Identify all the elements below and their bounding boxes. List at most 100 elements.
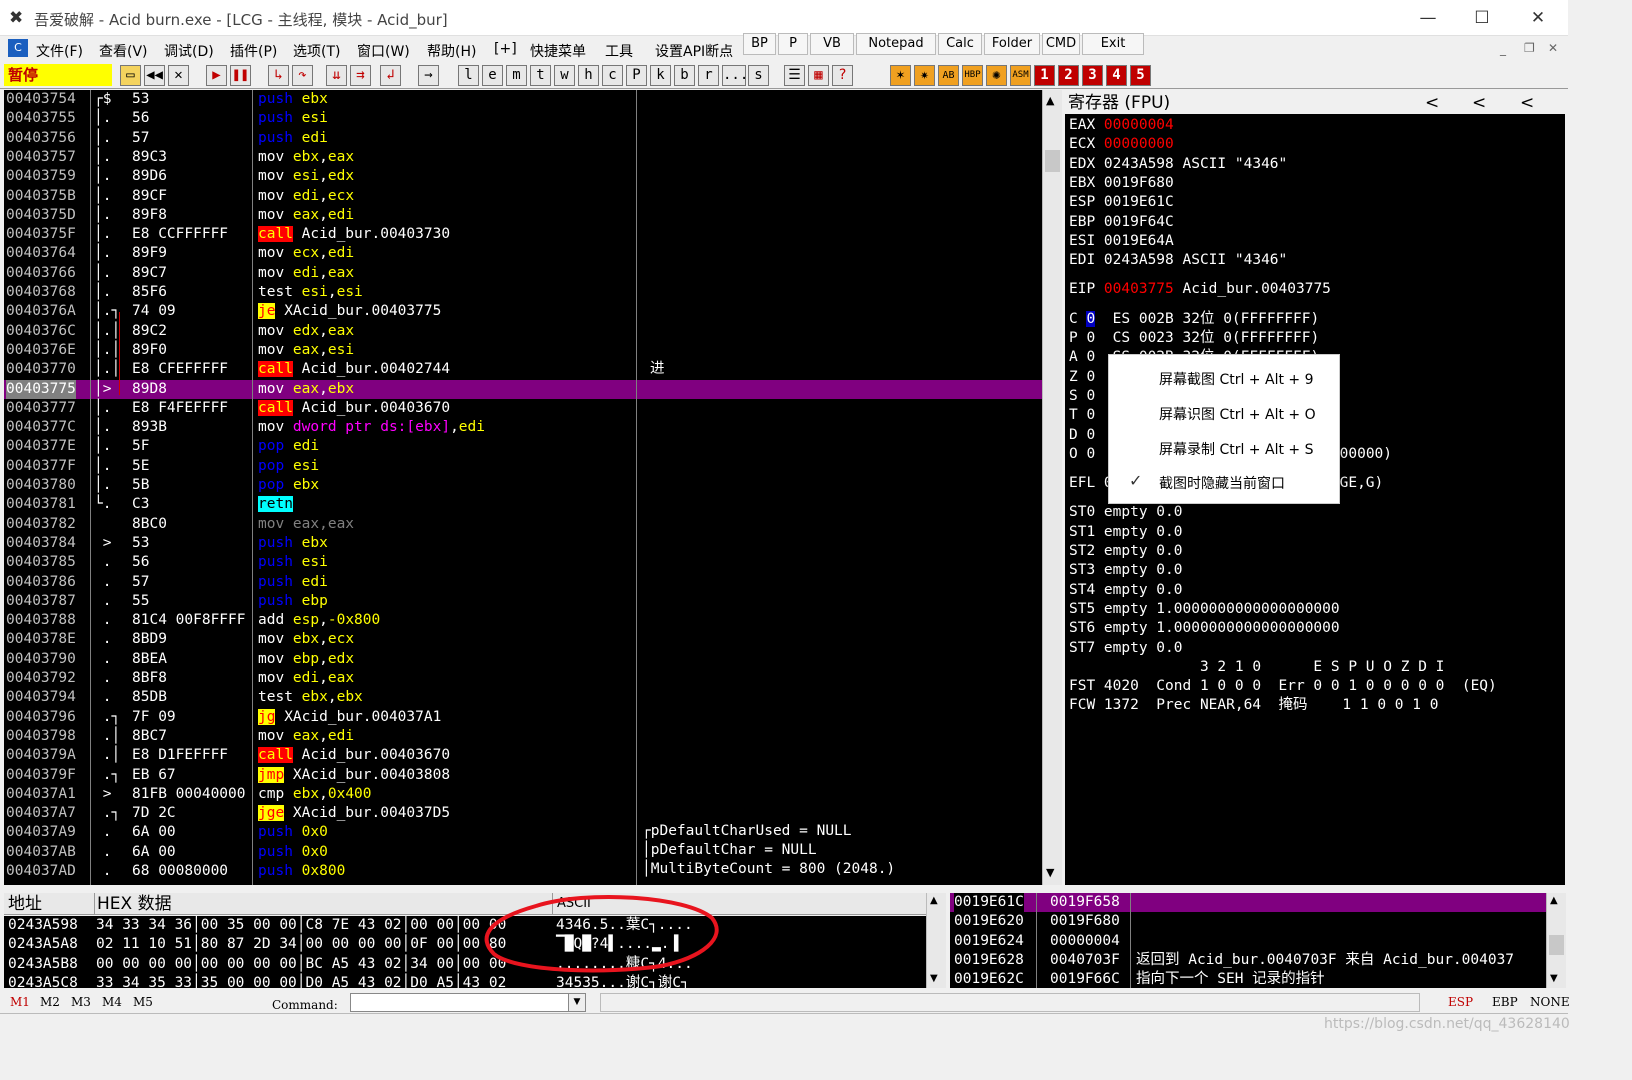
disasm-row[interactable]: 0040377E │. 5F pop edi xyxy=(4,437,1042,456)
minimize-button[interactable]: — xyxy=(1400,0,1456,36)
open-icon[interactable]: ▭ xyxy=(120,65,141,86)
disasm-row[interactable]: 0040379F .┐ EB 67 jmp XAcid_bur.00403808 xyxy=(4,766,1042,785)
window-2-button[interactable]: 2 xyxy=(1058,65,1079,86)
esp-toggle[interactable]: ESP xyxy=(1448,995,1473,1009)
exit-button[interactable]: Exit xyxy=(1082,33,1144,55)
scroll-up-icon[interactable]: ▲ xyxy=(930,895,938,906)
step-into-icon[interactable]: ↳ xyxy=(268,65,289,86)
menu-shortcuts[interactable]: 快捷菜单 xyxy=(530,41,586,61)
disasm-row[interactable]: 0040378E . 8BD9 mov ebx,ecx xyxy=(4,630,1042,649)
disasm-row[interactable]: 00403782 8BC0 mov eax,eax xyxy=(4,515,1042,534)
dump-row[interactable]: 0243A5B8 00 00 00 00│00 00 00 00│BC A5 43… xyxy=(4,955,926,974)
plugin-ab-icon[interactable]: AB xyxy=(938,65,959,86)
disasm-row[interactable]: 00403777 │. E8 F4FEFFFF call Acid_bur.00403… xyxy=(4,399,1042,418)
register-row[interactable]: EBP 0019F64C xyxy=(1069,213,1559,232)
calc-button[interactable]: Calc xyxy=(938,33,982,55)
disasm-row[interactable]: 00403757 │. 89C3 mov ebx,eax xyxy=(4,148,1042,167)
mark-m5[interactable]: M5 xyxy=(133,995,153,1009)
window-3-button[interactable]: 3 xyxy=(1082,65,1103,86)
menu-item-screenshot[interactable]: 屏幕截图 Ctrl + Alt + 9 xyxy=(1159,369,1314,389)
disasm-row[interactable]: 00403756 │. 57 push edi xyxy=(4,129,1042,148)
disasm-row[interactable]: 0040377C │. 893B mov dword ptr ds:[ebx],edi xyxy=(4,418,1042,437)
disasm-row[interactable]: 00403780 │. 5B pop ebx xyxy=(4,476,1042,495)
scroll-down-icon[interactable]: ▼ xyxy=(930,973,938,984)
disasm-row[interactable]: 00403790 . 8BEA mov ebp,edx xyxy=(4,650,1042,669)
disasm-row[interactable]: 00403788 . 81C4 00F8FFFF add esp,-0x800 xyxy=(4,611,1042,630)
disasm-row[interactable]: 00403785 . 56 push esi xyxy=(4,553,1042,572)
register-row[interactable]: ESI 0019E64A xyxy=(1069,232,1559,251)
goto-icon[interactable]: → xyxy=(418,65,439,86)
disasm-row[interactable]: 0040375F │. E8 CCFFFFFF call Acid_bur.00403… xyxy=(4,225,1042,244)
disasm-row[interactable]: 00403759 │. 89D6 mov esi,edx xyxy=(4,167,1042,186)
command-input[interactable] xyxy=(350,993,570,1012)
step-over-icon[interactable]: ↷ xyxy=(292,65,313,86)
disasm-row[interactable]: 00403766 │. 89C7 mov edi,eax xyxy=(4,264,1042,283)
disasm-row[interactable]: 00403792 . 8BF8 mov edi,eax xyxy=(4,669,1042,688)
disasm-row[interactable]: 004037A7 .┐ 7D 2C jge XAcid_bur.004037D5 xyxy=(4,804,1042,823)
ebp-toggle[interactable]: EBP xyxy=(1492,995,1518,1009)
disassembly-pane[interactable]: 00403754 ┌$ 53 push ebx 00403755 │. 56 push esi… xyxy=(4,90,1042,885)
dump-col-hex[interactable]: HEX 数据 xyxy=(94,893,172,915)
disasm-row[interactable]: 00403786 . 57 push edi xyxy=(4,573,1042,592)
disasm-row[interactable]: 0040376E │.│ 89F0 mov eax,esi xyxy=(4,341,1042,360)
register-row[interactable]: EBX 0019F680 xyxy=(1069,174,1559,193)
disasm-row[interactable]: 004037A9 . 6A 00 push 0x0 xyxy=(4,823,1042,842)
scroll-down-icon[interactable]: ▼ xyxy=(1046,866,1054,879)
mdi-minimize-icon[interactable]: _ xyxy=(1500,42,1506,56)
stack-row[interactable]: 0019E624 00000004 xyxy=(950,932,1546,951)
disassembly-scrollbar[interactable]: ▲ ▼ xyxy=(1042,90,1062,885)
list-icon[interactable]: ☰ xyxy=(784,65,805,86)
register-row[interactable]: EDX 0243A598 ASCII "4346" xyxy=(1069,155,1559,174)
run-icon[interactable]: ▶ xyxy=(206,65,227,86)
animate-into-icon[interactable]: ⇊ xyxy=(326,65,347,86)
plugin-gear-icon[interactable]: ✺ xyxy=(986,65,1007,86)
menu-help[interactable]: 帮助(H) xyxy=(427,41,476,61)
menu-tools[interactable]: 工具 xyxy=(605,41,633,61)
animate-over-icon[interactable]: ⇉ xyxy=(350,65,371,86)
disasm-row[interactable]: 00403781 └. C3 retn xyxy=(4,495,1042,514)
menu-set-api-bp[interactable]: 设置API断点 xyxy=(655,41,733,61)
arrow-left-icon[interactable]: < xyxy=(1425,92,1439,114)
scroll-thumb[interactable] xyxy=(1045,150,1060,172)
disasm-row[interactable]: 00403775 │> 89D8 mov eax,ebx xyxy=(4,379,1042,399)
menu-options[interactable]: 选项(T) xyxy=(293,41,340,61)
disasm-row[interactable]: 0040376A │.┐ 74 09 je XAcid_bur.00403775 xyxy=(4,302,1042,321)
toolbar-letter-c[interactable]: c xyxy=(602,65,623,86)
toolbar-letter-b[interactable]: b xyxy=(674,65,695,86)
stack-scrollbar[interactable]: ▲ ▼ xyxy=(1546,893,1566,988)
folder-button[interactable]: Folder xyxy=(984,33,1040,55)
disasm-row[interactable]: 00403787 . 55 push ebp xyxy=(4,592,1042,611)
execute-till-return-icon[interactable]: ↲ xyxy=(380,65,401,86)
disasm-row[interactable]: 0040377F │. 5E pop esi xyxy=(4,457,1042,476)
mdi-close-icon[interactable]: ✕ xyxy=(1548,41,1558,55)
maximize-button[interactable]: ☐ xyxy=(1454,0,1510,36)
toolbar-letter-r[interactable]: r xyxy=(698,65,719,86)
menu-window[interactable]: 窗口(W) xyxy=(357,41,410,61)
disasm-row[interactable]: 00403784 >53 push ebx xyxy=(4,534,1042,553)
scroll-up-icon[interactable]: ▲ xyxy=(1550,895,1558,906)
mark-m4[interactable]: M4 xyxy=(102,995,122,1009)
disasm-row[interactable]: 0040375B │. 89CF mov edi,ecx xyxy=(4,187,1042,206)
stack-row[interactable]: 0019E628 0040703F 返回到 Acid_bur.0040703F 来自… xyxy=(950,951,1546,970)
toolbar-ellipsis[interactable]: ... xyxy=(722,65,748,86)
notepad-button[interactable]: Notepad xyxy=(856,33,936,55)
menu-view[interactable]: 查看(V) xyxy=(99,41,148,61)
help-icon[interactable]: ? xyxy=(832,65,853,86)
disasm-row[interactable]: 00403794 . 85DB test ebx,ebx xyxy=(4,688,1042,707)
register-row[interactable]: EAX 00000004 xyxy=(1069,116,1559,135)
menu-item-record[interactable]: 屏幕录制 Ctrl + Alt + S xyxy=(1159,439,1313,459)
bp-button[interactable]: BP xyxy=(743,33,776,55)
asm-icon[interactable]: ASM xyxy=(1010,65,1031,86)
mdi-restore-icon[interactable]: ❐ xyxy=(1524,41,1535,55)
window-1-button[interactable]: 1 xyxy=(1034,65,1055,86)
menu-item-ocr[interactable]: 屏幕识图 Ctrl + Alt + O xyxy=(1159,404,1316,424)
grid-icon[interactable]: ▦ xyxy=(808,65,829,86)
scroll-down-icon[interactable]: ▼ xyxy=(1550,973,1558,984)
window-4-button[interactable]: 4 xyxy=(1106,65,1127,86)
toolbar-letter-e[interactable]: e xyxy=(482,65,503,86)
p-button[interactable]: P xyxy=(778,33,808,55)
cmd-button[interactable]: CMD xyxy=(1042,33,1080,55)
close-button[interactable]: ✕ xyxy=(1510,0,1566,36)
menu-item-hide-window[interactable]: 截图时隐藏当前窗口 xyxy=(1159,473,1285,493)
stack-row[interactable]: 0019E61C 0019F658 xyxy=(950,893,1546,913)
